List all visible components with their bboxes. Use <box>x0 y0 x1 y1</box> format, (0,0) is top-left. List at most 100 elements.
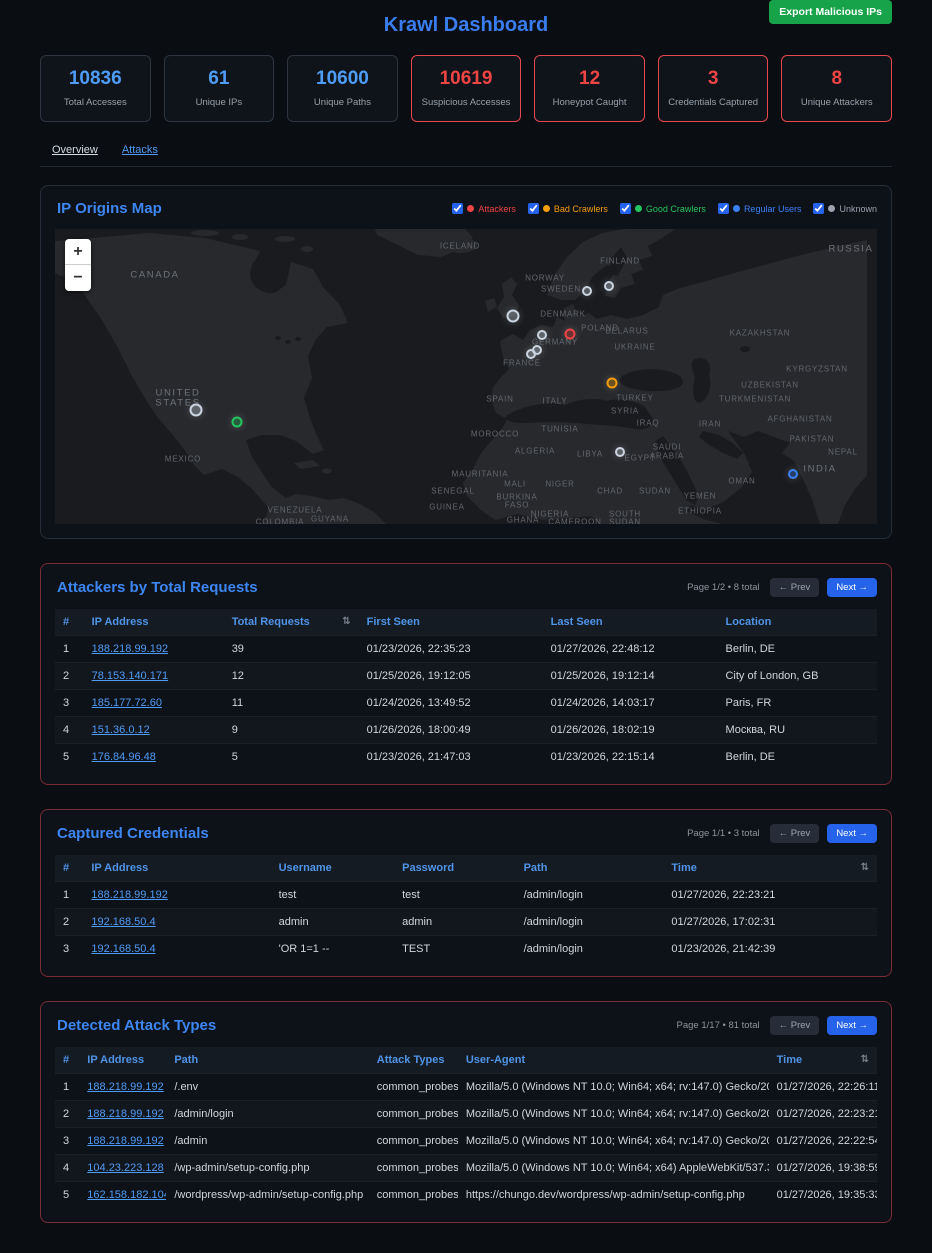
next-button[interactable]: Next → <box>827 824 877 843</box>
ip-link[interactable]: 192.168.50.4 <box>91 916 155 928</box>
column-header-time[interactable]: Time⇅ <box>769 1047 877 1074</box>
cell: Mozilla/5.0 (Windows NT 10.0; Win64; x64… <box>458 1101 769 1128</box>
ip-link[interactable]: 188.218.99.192 <box>87 1108 163 1120</box>
column-header-time[interactable]: Time⇅ <box>663 855 877 882</box>
cell: 11 <box>224 690 359 717</box>
sort-icon[interactable]: ⇅ <box>342 616 350 627</box>
map-marker-unknown[interactable] <box>507 310 520 323</box>
zoom-in-button[interactable]: + <box>65 239 91 265</box>
map-country-label: SPAIN <box>486 395 513 404</box>
map-marker-unknown[interactable] <box>537 330 547 340</box>
map-marker-regular[interactable] <box>788 469 798 479</box>
stat-label: Total Accesses <box>45 97 146 108</box>
table-row: 3188.218.99.192/admincommon_probesMozill… <box>55 1128 877 1155</box>
cell: 176.84.96.48 <box>84 744 224 771</box>
ip-link[interactable]: 188.218.99.192 <box>87 1135 163 1147</box>
map-marker-unknown[interactable] <box>190 404 203 417</box>
map-country-label: LIBYA <box>577 450 603 459</box>
map-country-label: CAMEROON <box>548 518 602 525</box>
tab-overview[interactable]: Overview <box>52 144 98 156</box>
tab-attacks[interactable]: Attacks <box>122 144 158 156</box>
prev-button[interactable]: ← Prev <box>770 1016 820 1035</box>
next-button[interactable]: Next → <box>827 1016 877 1035</box>
cell: /admin/login <box>166 1101 368 1128</box>
cell: 01/24/2026, 14:03:17 <box>543 690 718 717</box>
sort-icon[interactable]: ⇅ <box>861 1054 869 1065</box>
map-country-label: CANADA <box>130 270 179 281</box>
attackers-table: #IP AddressTotal Requests⇅First SeenLast… <box>55 609 877 770</box>
ip-link[interactable]: 78.153.140.171 <box>92 670 168 682</box>
column-header-total-requests[interactable]: Total Requests⇅ <box>224 609 359 636</box>
export-malicious-ips-button[interactable]: Export Malicious IPs <box>769 0 892 24</box>
stat-label: Credentials Captured <box>663 97 764 108</box>
ip-link[interactable]: 185.177.72.60 <box>92 697 162 709</box>
ip-link[interactable]: 104.23.223.128 <box>87 1162 163 1174</box>
legend-checkbox[interactable] <box>813 203 824 214</box>
cell: 01/23/2026, 21:47:03 <box>359 744 543 771</box>
legend-checkbox[interactable] <box>620 203 631 214</box>
prev-button[interactable]: ← Prev <box>770 578 820 597</box>
ip-link[interactable]: 188.218.99.192 <box>91 889 167 901</box>
map-country-label: UZBEKISTAN <box>741 381 799 390</box>
map-marker-attacker[interactable] <box>565 329 576 340</box>
legend-item-attackers[interactable]: Attackers <box>452 203 516 214</box>
credentials-section: Captured Credentials Page 1/1 • 3 total … <box>40 809 892 977</box>
legend-checkbox[interactable] <box>528 203 539 214</box>
map-country-label: BELARUS <box>606 327 649 336</box>
legend-checkbox[interactable] <box>718 203 729 214</box>
ip-link[interactable]: 176.84.96.48 <box>92 751 156 763</box>
sort-icon[interactable]: ⇅ <box>861 862 869 873</box>
map-marker-unknown[interactable] <box>532 345 542 355</box>
map-legend: Attackers Bad Crawlers Good Crawlers Regula… <box>452 203 877 214</box>
map-country-label: SAUDI <box>653 443 681 452</box>
legend-item-regular-users[interactable]: Regular Users <box>718 203 802 214</box>
map-marker-unknown[interactable] <box>604 281 614 291</box>
next-button[interactable]: Next → <box>827 578 877 597</box>
map-country-label: MEXICO <box>165 455 201 464</box>
cell: 01/26/2026, 18:02:19 <box>543 717 718 744</box>
cell: 3 <box>55 690 84 717</box>
pager: Page 1/1 • 3 total ← Prev Next → <box>687 824 877 843</box>
map-country-label: TURKMENISTAN <box>719 395 791 404</box>
legend-item-good-crawlers[interactable]: Good Crawlers <box>620 203 706 214</box>
ip-link[interactable]: 188.218.99.192 <box>87 1081 163 1093</box>
legend-item-bad-crawlers[interactable]: Bad Crawlers <box>528 203 608 214</box>
pager-info: Page 1/17 • 81 total <box>677 1020 760 1031</box>
cell: 01/26/2026, 18:00:49 <box>359 717 543 744</box>
cell: 162.158.182.104 <box>79 1182 166 1209</box>
map-country-label: PAKISTAN <box>790 435 835 444</box>
ip-link[interactable]: 162.158.182.104 <box>87 1189 166 1201</box>
legend-item-unknown[interactable]: Unknown <box>813 203 877 214</box>
ip-link[interactable]: 188.218.99.192 <box>92 643 168 655</box>
map-country-label: VENEZUELA <box>268 506 323 515</box>
zoom-out-button[interactable]: − <box>65 265 91 291</box>
cell: 192.168.50.4 <box>83 936 270 963</box>
map-country-label: NIGER <box>545 480 574 489</box>
stat-card-credentials-captured: 3Credentials Captured <box>658 55 769 122</box>
cell: common_probes <box>369 1074 458 1101</box>
cell: 188.218.99.192 <box>79 1074 166 1101</box>
map-country-label: NORWAY <box>525 274 565 283</box>
table-row: 1188.218.99.192/.envcommon_probesMozilla… <box>55 1074 877 1101</box>
ip-link[interactable]: 192.168.50.4 <box>91 943 155 955</box>
map-marker-unknown[interactable] <box>615 447 625 457</box>
attackers-section: Attackers by Total Requests Page 1/2 • 8… <box>40 563 892 785</box>
ip-link[interactable]: 151.36.0.12 <box>92 724 150 736</box>
map-marker-good[interactable] <box>232 417 243 428</box>
cell: 4 <box>55 717 84 744</box>
cell: /wp-admin/setup-config.php <box>166 1155 368 1182</box>
column-header-username: Username <box>271 855 395 882</box>
cell: common_probes <box>369 1101 458 1128</box>
column-header-user-agent: User-Agent <box>458 1047 769 1074</box>
table-header-row: #IP AddressTotal Requests⇅First SeenLast… <box>55 609 877 636</box>
prev-button[interactable]: ← Prev <box>770 824 820 843</box>
pager: Page 1/2 • 8 total ← Prev Next → <box>687 578 877 597</box>
map-marker-unknown[interactable] <box>582 286 592 296</box>
cell: 3 <box>55 936 83 963</box>
legend-label: Bad Crawlers <box>554 204 608 214</box>
legend-checkbox[interactable] <box>452 203 463 214</box>
map-country-label: SENEGAL <box>431 487 474 496</box>
map-country-label: GUYANA <box>311 515 349 524</box>
map-canvas[interactable]: + − CANADAUNITEDSTATESMEXICOICELANDNORWA… <box>55 229 877 524</box>
map-marker-bad[interactable] <box>607 378 618 389</box>
